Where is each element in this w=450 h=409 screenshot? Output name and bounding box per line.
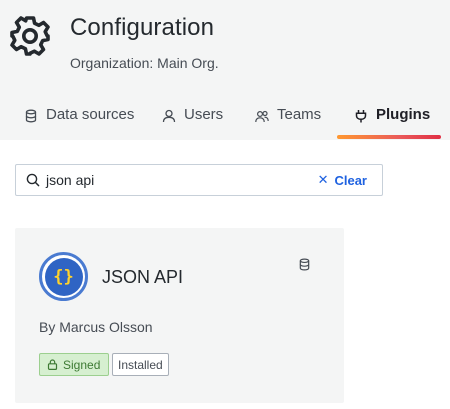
search-input[interactable]: json api ✕ Clear (15, 164, 383, 196)
page-header: Configuration Organization: Main Org. Da… (0, 0, 450, 140)
plugin-logo: {} (39, 252, 88, 301)
active-tab-indicator (337, 135, 441, 139)
search-value[interactable]: json api (46, 172, 318, 188)
tab-label: Teams (277, 106, 322, 123)
plug-icon (354, 109, 368, 123)
database-icon (299, 258, 310, 271)
gear-icon (10, 16, 50, 56)
clear-button[interactable]: ✕ Clear (318, 172, 367, 188)
users-icon (255, 109, 269, 123)
tab-label: Data sources (46, 106, 135, 123)
signed-label: Signed (63, 357, 101, 372)
user-icon (162, 109, 176, 123)
lock-icon (47, 359, 58, 370)
close-icon: ✕ (317, 172, 329, 187)
tab-data-sources[interactable]: Data sources (24, 106, 134, 140)
plugin-name: JSON API (102, 267, 184, 287)
database-icon (24, 109, 38, 123)
tab-label: Plugins (376, 106, 431, 123)
tab-label: Users (184, 106, 224, 123)
signed-badge: Signed (39, 353, 110, 376)
search-icon (26, 173, 40, 187)
plugin-card[interactable]: {} JSON API By Marcus Olsson Signed Inst… (15, 228, 344, 403)
plugin-author: By Marcus Olsson (39, 319, 153, 335)
tab-teams[interactable]: Teams (255, 106, 321, 140)
page-subtitle: Organization: Main Org. (70, 55, 219, 71)
page-title: Configuration (70, 14, 215, 41)
installed-badge: Installed (112, 353, 169, 376)
clear-label: Clear (334, 172, 367, 188)
tab-users[interactable]: Users (162, 106, 223, 140)
installed-label: Installed (118, 357, 163, 372)
json-braces-icon: {} (44, 257, 83, 296)
